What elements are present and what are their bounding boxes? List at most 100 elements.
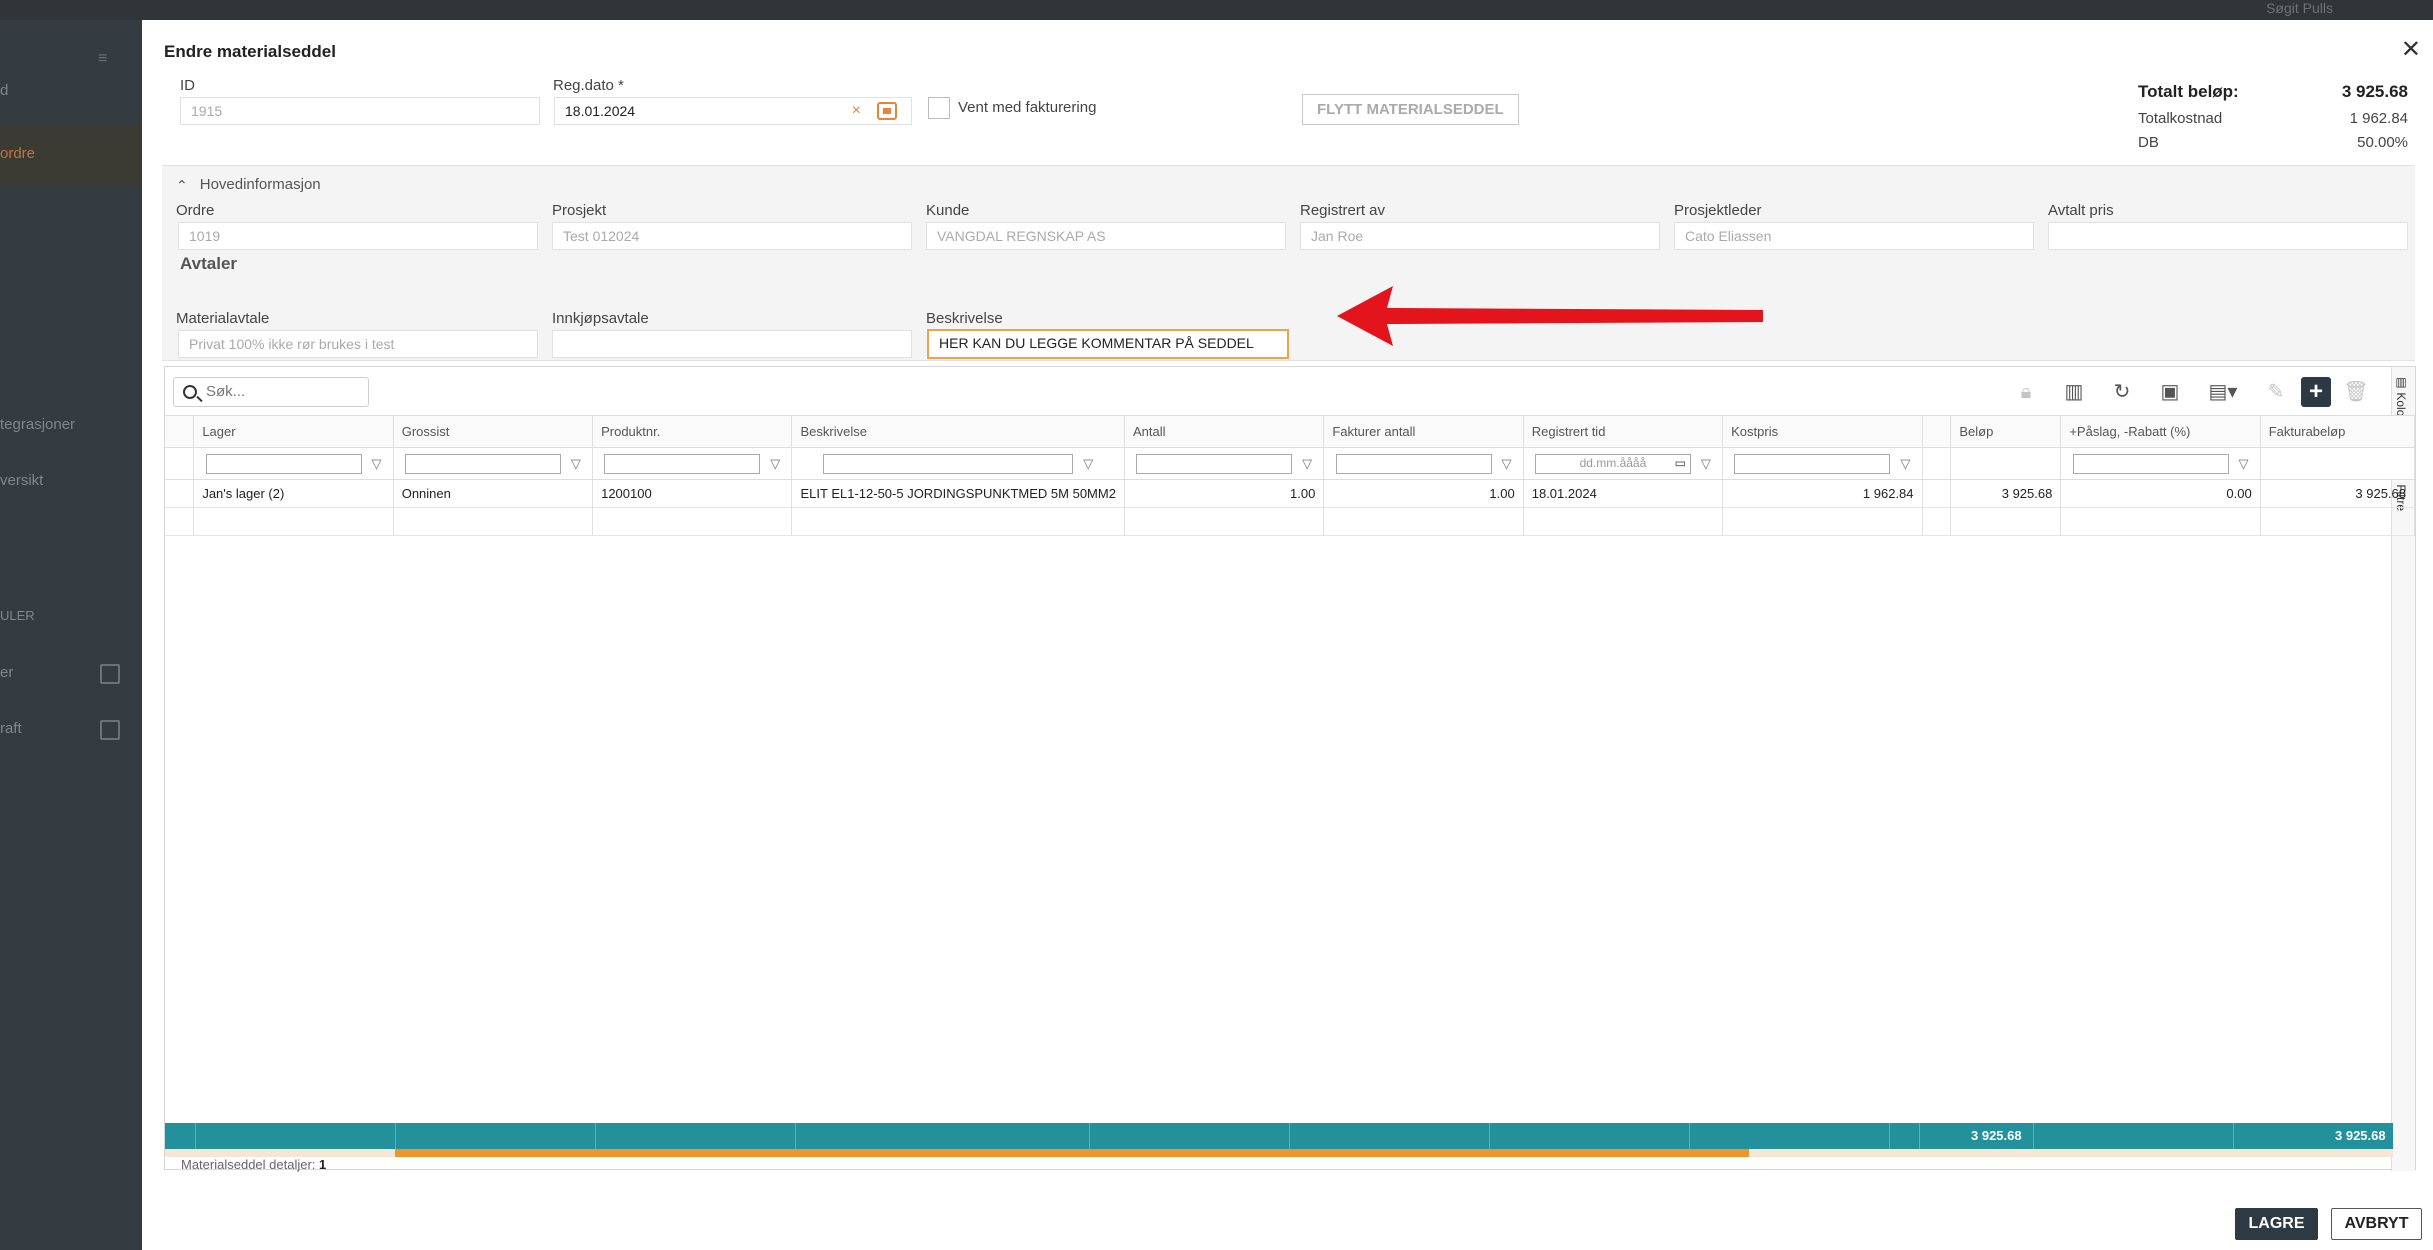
hovedinformasjon-panel: ⌄ Hovedinformasjon Ordre 1019 Prosjekt Te… [162, 165, 2415, 361]
search-icon [183, 385, 197, 399]
regdato-label: Reg.dato * [553, 77, 624, 94]
footer-count: 1 [319, 1157, 327, 1172]
external-link-icon[interactable] [100, 720, 120, 740]
filter-input-beskrivelse[interactable] [823, 453, 1074, 474]
columns-icon[interactable]: ▥ [2059, 377, 2089, 407]
filter-cell [1922, 447, 1952, 480]
kunde-label: Kunde [926, 202, 970, 219]
col-header-produktnr[interactable]: Produktnr. [592, 415, 793, 448]
calendar-icon[interactable]: ▭ [1675, 456, 1686, 470]
table-row[interactable]: Jan's lager (2) Onninen 1200100 ELIT EL1… [165, 479, 2416, 508]
filter-cell: dd.mm.åååå ▭ ▽ [1523, 447, 1724, 480]
hovedinformasjon-title: Hovedinformasjon [199, 176, 321, 193]
cell-antall[interactable]: 1.00 [1124, 479, 1325, 508]
col-header-fakturabelop[interactable]: Fakturabeløp [2260, 415, 2416, 448]
refresh-icon[interactable]: ↻ [2107, 377, 2137, 407]
regdato-field[interactable]: 18.01.2024 × [554, 97, 912, 125]
lock-icon[interactable]: 🔒︎ [2011, 377, 2041, 407]
chevron-up-icon: ⌄ [176, 177, 188, 193]
filter-icon[interactable]: ▽ [1701, 456, 1711, 472]
db-value: 50.00% [2357, 134, 2408, 151]
cell-belop[interactable]: 3 925.68 [1950, 479, 2062, 508]
export-dropdown-icon[interactable]: ▤▾ [2203, 377, 2243, 407]
beskrivelse-label: Beskrivelse [926, 310, 1003, 327]
vent-fakturering-label: Vent med fakturering [958, 99, 1097, 116]
app-topbar: Søgit Pulls [0, 0, 2433, 20]
add-row-button[interactable]: + [2301, 377, 2331, 407]
col-header-fakturer-antall[interactable]: Fakturer antall [1323, 415, 1524, 448]
filter-icon[interactable]: ▽ [1302, 456, 1312, 472]
filter-input-paslag[interactable] [2072, 453, 2229, 474]
sidebar-item[interactable]: d [0, 82, 8, 99]
materialavtale-field: Privat 100% ikke rør brukes i test [178, 330, 538, 358]
avtaler-heading: Avtaler [180, 254, 238, 273]
filter-icon[interactable]: ▽ [770, 456, 780, 472]
search-input[interactable]: Søk... [173, 377, 369, 407]
col-header-kostpris[interactable]: Kostpris [1722, 415, 1923, 448]
sidebar-item-active[interactable]: ordre [0, 125, 142, 185]
cancel-button[interactable]: AVBRYT [2331, 1208, 2422, 1240]
horizontal-scrollbar[interactable] [165, 1149, 2393, 1157]
calendar-icon[interactable] [877, 102, 897, 120]
delete-icon[interactable]: 🗑︎ [2341, 377, 2371, 407]
col-header-antall[interactable]: Antall [1124, 415, 1325, 448]
sidebar-item[interactable]: raft [0, 720, 22, 737]
flytt-materialseddel-button[interactable]: FLYTT MATERIALSEDDEL [1302, 94, 1519, 125]
filter-input-grossist[interactable] [404, 453, 561, 474]
edit-icon[interactable]: ✎ [2261, 377, 2291, 407]
external-link-icon[interactable] [100, 664, 120, 684]
filter-input-produktnr[interactable] [604, 453, 761, 474]
avtalt-pris-field[interactable] [2048, 222, 2408, 250]
col-header-belop[interactable]: Beløp [1950, 415, 2062, 448]
cell-lager[interactable]: Jan's lager (2) [193, 479, 394, 508]
grid-footer: Materialseddel detaljer: 1 [181, 1157, 326, 1172]
col-header-blank [1922, 415, 1952, 448]
filter-icon[interactable]: ▽ [372, 456, 382, 472]
filter-icon[interactable]: ▽ [571, 456, 581, 472]
filter-input-antall[interactable] [1136, 453, 1293, 474]
col-header-grossist[interactable]: Grossist [393, 415, 594, 448]
row-selector[interactable] [165, 479, 195, 508]
total-label: Totalt beløp: [2138, 82, 2239, 101]
beskrivelse-field[interactable]: HER KAN DU LEGGE KOMMENTAR PÅ SEDDEL [927, 329, 1289, 359]
cell-fakturabelop[interactable]: 3 925.68 [2260, 479, 2416, 508]
sidebar-item[interactable]: er [0, 664, 13, 681]
filter-input-lager[interactable] [205, 453, 362, 474]
filter-cell: ▽ [1124, 447, 1325, 480]
clear-icon[interactable]: × [852, 102, 861, 120]
filter-icon[interactable]: ▽ [1083, 456, 1093, 472]
col-header-lager[interactable]: Lager [193, 415, 394, 448]
sidebar-item[interactable]: tegrasjoner [0, 416, 75, 433]
col-header-paslag-rabatt[interactable]: +Påslag, -Rabatt (%) [2060, 415, 2261, 448]
excel-export-icon[interactable]: ▣ [2155, 377, 2185, 407]
table-row-empty[interactable] [165, 507, 2416, 536]
filter-icon[interactable]: ▽ [2239, 456, 2249, 472]
filter-cell: ▽ [193, 447, 394, 480]
col-header-beskrivelse[interactable]: Beskrivelse [791, 415, 1125, 448]
materialavtale-label: Materialavtale [176, 310, 270, 327]
filter-icon[interactable]: ▽ [1900, 456, 1910, 472]
filter-input-registrert-tid[interactable]: dd.mm.åååå ▭ [1534, 453, 1691, 474]
filter-icon[interactable]: ▽ [1502, 456, 1512, 472]
filter-input-fakturer-antall[interactable] [1335, 453, 1492, 474]
save-button[interactable]: LAGRE [2235, 1208, 2318, 1240]
filter-cell: ▽ [791, 447, 1125, 480]
innkjopsavtale-field[interactable] [552, 330, 912, 358]
cell-paslag[interactable]: 0.00 [2060, 479, 2261, 508]
sum-fakturabelop: 3 925.68 [2335, 1128, 2386, 1143]
cell-produktnr[interactable]: 1200100 [592, 479, 793, 508]
cell-beskrivelse[interactable]: ELIT EL1-12-50-5 JORDINGSPUNKTMED 5M 50M… [791, 479, 1125, 508]
vent-fakturering-checkbox[interactable] [928, 97, 950, 119]
col-header-registrert-tid[interactable]: Registrert tid [1523, 415, 1724, 448]
hovedinformasjon-toggle[interactable]: ⌄ Hovedinformasjon [176, 176, 321, 193]
close-icon[interactable]: ✕ [2401, 38, 2421, 62]
sidebar-collapse-icon[interactable]: ≡ [98, 50, 107, 68]
cell-kostpris[interactable]: 1 962.84 [1722, 479, 1923, 508]
cell-grossist[interactable]: Onninen [393, 479, 594, 508]
cell-fakturer-antall[interactable]: 1.00 [1323, 479, 1524, 508]
filter-input-kostpris[interactable] [1734, 453, 1891, 474]
cost-label: Totalkostnad [2138, 110, 2223, 127]
sidebar-item[interactable]: versikt [0, 472, 43, 489]
cell-registrert-tid[interactable]: 18.01.2024 [1523, 479, 1724, 508]
scrollbar-thumb[interactable] [395, 1149, 1749, 1157]
